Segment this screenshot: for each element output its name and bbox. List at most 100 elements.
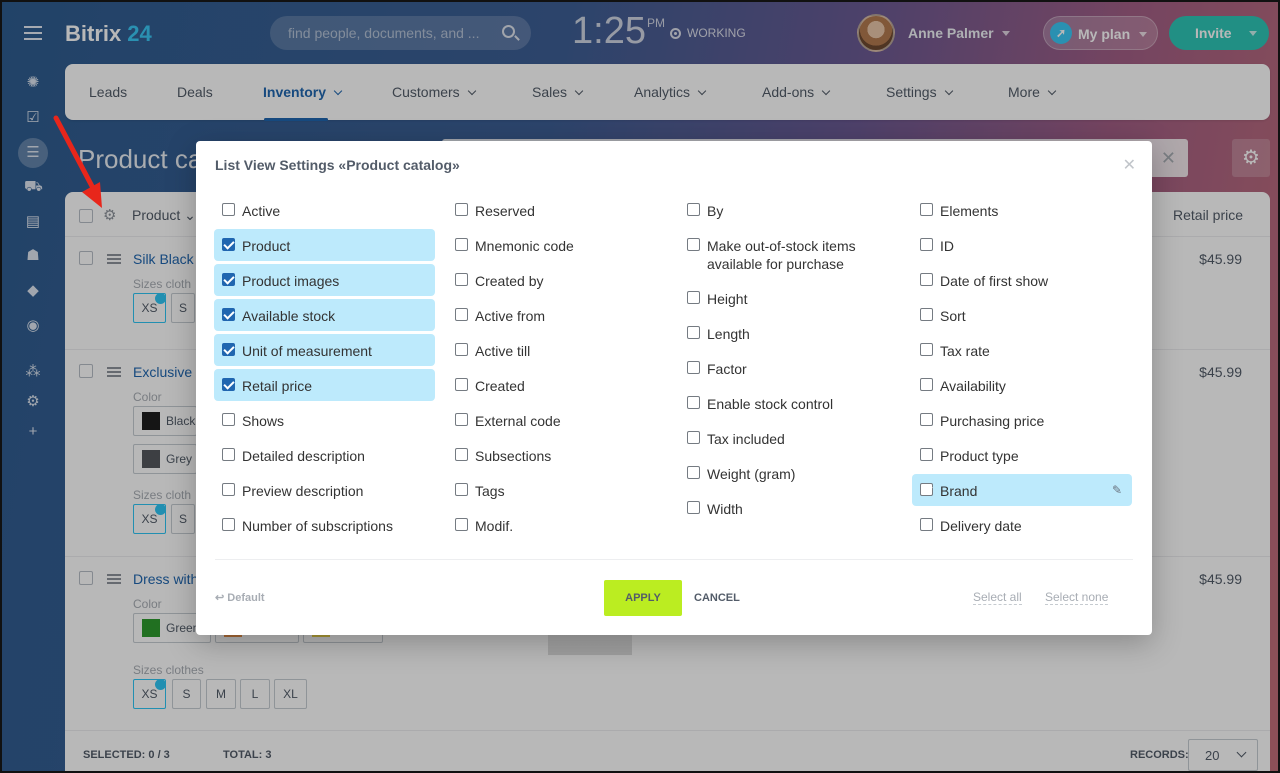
column-option[interactable]: Tags [447,474,668,506]
column-option[interactable]: Elements [912,194,1132,226]
column-option[interactable]: Preview description [214,474,435,506]
column-option[interactable]: Product [214,229,435,261]
checkbox[interactable] [222,203,235,216]
column-option[interactable]: Make out-of-stock items available for pu… [679,229,900,275]
column-option[interactable]: Created by [447,264,668,296]
checkbox[interactable] [920,518,933,531]
option-label: External code [475,413,561,429]
column-option[interactable]: Number of subscriptions [214,509,435,541]
apply-button[interactable]: APPLY [604,580,682,616]
checkbox[interactable] [687,431,700,444]
checkbox[interactable] [222,308,235,321]
option-label: Enable stock control [707,396,834,412]
checkbox[interactable] [455,483,468,496]
checkbox[interactable] [687,466,700,479]
close-icon[interactable]: ✕ [1123,155,1136,175]
column-option[interactable]: Tax rate [912,334,1132,366]
checkbox[interactable] [687,203,700,216]
checkbox[interactable] [687,326,700,339]
column-option[interactable]: Active [214,194,435,226]
option-label: Brand [940,483,978,499]
column-option[interactable]: Date of first show [912,264,1132,296]
option-label: Retail price [242,378,313,394]
checkbox[interactable] [455,273,468,286]
column-option[interactable]: Tax included [679,422,900,454]
reset-default-button[interactable]: ↩ Default [215,591,265,604]
checkbox[interactable] [455,343,468,356]
checkbox[interactable] [455,448,468,461]
checkbox[interactable] [455,203,468,216]
column-option[interactable]: Purchasing price [912,404,1132,436]
checkbox[interactable] [920,378,933,391]
checkbox[interactable] [920,308,933,321]
checkbox[interactable] [222,273,235,286]
option-label: Created by [475,273,544,289]
checkbox[interactable] [920,238,933,251]
column-option[interactable]: Unit of measurement [214,334,435,366]
column-option[interactable]: Active from [447,299,668,331]
edit-pencil-icon[interactable]: ✎ [1112,483,1122,497]
checkbox[interactable] [455,378,468,391]
column-option[interactable]: Available stock [214,299,435,331]
column-option[interactable]: By [679,194,900,226]
column-option[interactable]: Brand ✎ [912,474,1132,506]
column-option[interactable]: Height [679,282,900,314]
checkbox[interactable] [687,238,700,251]
checkbox[interactable] [920,413,933,426]
app-window: Bitrix24 1:25PM WORKING Anne Palmer ➚My … [0,0,1280,773]
checkbox[interactable] [920,273,933,286]
column-option[interactable]: Reserved [447,194,668,226]
checkbox[interactable] [687,396,700,409]
column-option[interactable]: Delivery date [912,509,1132,541]
cancel-button[interactable]: CANCEL [694,592,740,604]
column-option[interactable]: Availability [912,369,1132,401]
checkbox[interactable] [687,501,700,514]
column-option[interactable]: Sort [912,299,1132,331]
select-all-link[interactable]: Select all [973,590,1022,605]
checkbox[interactable] [687,361,700,374]
column-option[interactable]: Active till [447,334,668,366]
column-option[interactable]: Detailed description [214,439,435,471]
select-none-link[interactable]: Select none [1045,590,1109,605]
column-option[interactable]: Mnemonic code [447,229,668,261]
checkbox[interactable] [222,483,235,496]
option-label: ID [940,238,954,254]
column-option[interactable]: External code [447,404,668,436]
checkbox[interactable] [222,448,235,461]
option-label: Modif. [475,518,514,534]
checkbox[interactable] [222,518,235,531]
checkbox[interactable] [920,483,933,496]
checkbox[interactable] [920,343,933,356]
checkbox[interactable] [222,343,235,356]
checkbox[interactable] [455,518,468,531]
checkbox[interactable] [222,413,235,426]
checkbox[interactable] [920,203,933,216]
column-option[interactable]: Subsections [447,439,668,471]
column-option[interactable]: Shows [214,404,435,436]
option-label: Make out-of-stock items available for pu… [707,238,856,272]
checkbox[interactable] [920,448,933,461]
column-option[interactable]: Product images [214,264,435,296]
column-option[interactable]: Width [679,492,900,524]
column-option[interactable]: Enable stock control [679,387,900,419]
option-label: Length [707,326,750,342]
column-option[interactable]: Created [447,369,668,401]
checkbox[interactable] [222,378,235,391]
option-label: Shows [242,413,285,429]
column-option[interactable]: Factor [679,352,900,384]
option-label: Weight (gram) [707,466,796,482]
option-label: Active from [475,308,546,324]
column-option[interactable]: Product type [912,439,1132,471]
column-option[interactable]: Retail price [214,369,435,401]
checkbox[interactable] [687,291,700,304]
column-option[interactable]: Weight (gram) [679,457,900,489]
checkbox[interactable] [455,238,468,251]
checkbox[interactable] [455,413,468,426]
option-label: Mnemonic code [475,238,574,254]
column-option[interactable]: ID [912,229,1132,261]
option-label: Sort [940,308,966,324]
column-option[interactable]: Modif. [447,509,668,541]
checkbox[interactable] [222,238,235,251]
checkbox[interactable] [455,308,468,321]
column-option[interactable]: Length [679,317,900,349]
